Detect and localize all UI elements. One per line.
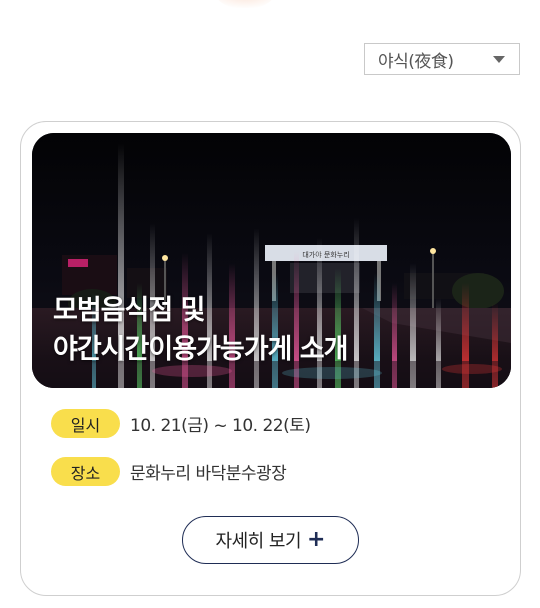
event-title-line-2: 야간시간이용가능가게 소개 <box>53 334 348 365</box>
date-value: 10. 21(금) ~ 10. 22(토) <box>130 416 311 436</box>
event-title-line-1: 모범음식점 및 <box>53 295 205 326</box>
place-row: 장소 문화누리 바닥분수광장 <box>51 457 287 486</box>
date-badge: 일시 <box>51 409 120 438</box>
event-card: 대가야 문화누리 모범음식점 및 야간시간이용가능가게 소개 일시 10. 21… <box>20 121 521 596</box>
category-select[interactable]: 야식(夜食) <box>364 43 520 75</box>
event-photo: 대가야 문화누리 모범음식점 및 야간시간이용가능가게 소개 <box>32 133 511 388</box>
plus-icon: + <box>307 527 326 552</box>
top-decoration <box>210 0 280 8</box>
venue-sign-text: 대가야 문화누리 <box>302 250 349 259</box>
chevron-down-icon[interactable] <box>493 56 505 63</box>
view-details-label: 자세히 보기 <box>215 531 302 552</box>
category-select-value: 야식(夜食) <box>378 51 454 72</box>
date-row: 일시 10. 21(금) ~ 10. 22(토) <box>51 409 311 438</box>
view-details-button[interactable]: 자세히 보기 + <box>182 516 359 564</box>
event-title: 모범음식점 및 야간시간이용가능가게 소개 <box>53 291 348 369</box>
place-value: 문화누리 바닥분수광장 <box>130 464 287 484</box>
place-badge: 장소 <box>51 457 120 486</box>
